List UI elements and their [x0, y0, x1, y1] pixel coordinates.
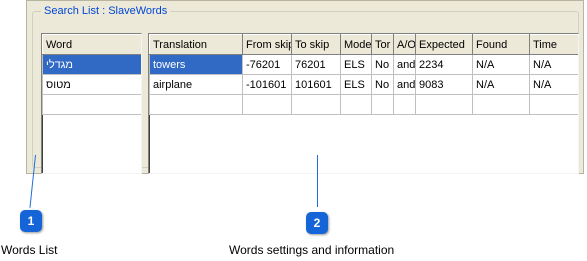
table-row[interactable]: airplane -101601 101601 ELS No and 9083 … — [149, 74, 578, 95]
column-header-expected[interactable]: Expected — [415, 34, 473, 55]
words-header-row: Word — [42, 34, 141, 55]
from-skip-cell[interactable]: -76201 — [242, 54, 292, 75]
tor-cell[interactable]: No — [371, 54, 394, 75]
empty-cell[interactable] — [340, 94, 372, 115]
time-cell[interactable]: N/A — [529, 74, 578, 95]
translation-cell[interactable]: towers — [149, 54, 243, 75]
column-header-word[interactable]: Word — [42, 34, 141, 55]
callout-line-2 — [317, 155, 318, 207]
mode-cell[interactable]: ELS — [340, 74, 372, 95]
callout-caption-2: Words settings and information — [229, 243, 395, 257]
mode-cell[interactable]: ELS — [340, 54, 372, 75]
column-header-tor[interactable]: Tor — [371, 34, 394, 55]
empty-cell[interactable] — [291, 94, 341, 115]
search-list-group: Search List : SlaveWords Word מגדלי מטוס — [32, 4, 579, 174]
translation-cell[interactable]: airplane — [149, 74, 243, 95]
and-or-cell[interactable]: and — [393, 54, 416, 75]
found-cell[interactable]: N/A — [472, 74, 530, 95]
expected-cell[interactable]: 2234 — [415, 54, 473, 75]
search-list-panel: Search List : SlaveWords Word מגדלי מטוס — [26, 0, 584, 174]
words-list-grid[interactable]: Word מגדלי מטוס — [41, 33, 142, 174]
column-header-translation[interactable]: Translation — [149, 34, 243, 55]
empty-cell[interactable] — [529, 94, 578, 115]
info-header-row: Translation From skip To skip Mode Tor A… — [149, 34, 578, 55]
column-header-mode[interactable]: Mode — [340, 34, 372, 55]
column-header-to-skip[interactable]: To skip — [291, 34, 341, 55]
words-info-grid[interactable]: Translation From skip To skip Mode Tor A… — [148, 33, 579, 174]
row-indicator-icon — [41, 38, 42, 48]
empty-cell[interactable] — [415, 94, 473, 115]
found-cell[interactable]: N/A — [472, 54, 530, 75]
empty-cell[interactable] — [149, 94, 243, 115]
word-cell[interactable]: מגדלי — [42, 54, 141, 75]
and-or-cell[interactable]: and — [393, 74, 416, 95]
tor-cell[interactable]: No — [371, 74, 394, 95]
callout-caption-1: Words List — [1, 243, 58, 257]
callout-badge-1: 1 — [20, 210, 42, 232]
expected-cell[interactable]: 9083 — [415, 74, 473, 95]
time-cell[interactable]: N/A — [529, 54, 578, 75]
column-header-found[interactable]: Found — [472, 34, 530, 55]
table-row[interactable]: מגדלי — [42, 54, 141, 75]
table-row[interactable]: towers -76201 76201 ELS No and 2234 N/A … — [149, 54, 578, 75]
column-header-from-skip[interactable]: From skip — [242, 34, 292, 55]
column-header-and-or[interactable]: A/O — [393, 34, 416, 55]
empty-cell[interactable] — [472, 94, 530, 115]
empty-cell[interactable] — [393, 94, 416, 115]
table-row[interactable]: מטוס — [42, 74, 141, 95]
empty-cell[interactable] — [42, 94, 141, 115]
to-skip-cell[interactable]: 101601 — [291, 74, 341, 95]
empty-cell[interactable] — [242, 94, 292, 115]
table-row-empty[interactable] — [42, 94, 141, 115]
table-row-empty[interactable] — [149, 94, 578, 115]
from-skip-cell[interactable]: -101601 — [242, 74, 292, 95]
word-cell[interactable]: מטוס — [42, 74, 141, 95]
to-skip-cell[interactable]: 76201 — [291, 54, 341, 75]
empty-cell[interactable] — [371, 94, 394, 115]
column-header-time[interactable]: Time — [529, 34, 578, 55]
group-title: Search List : SlaveWords — [41, 4, 171, 18]
callout-badge-2: 2 — [306, 212, 328, 234]
